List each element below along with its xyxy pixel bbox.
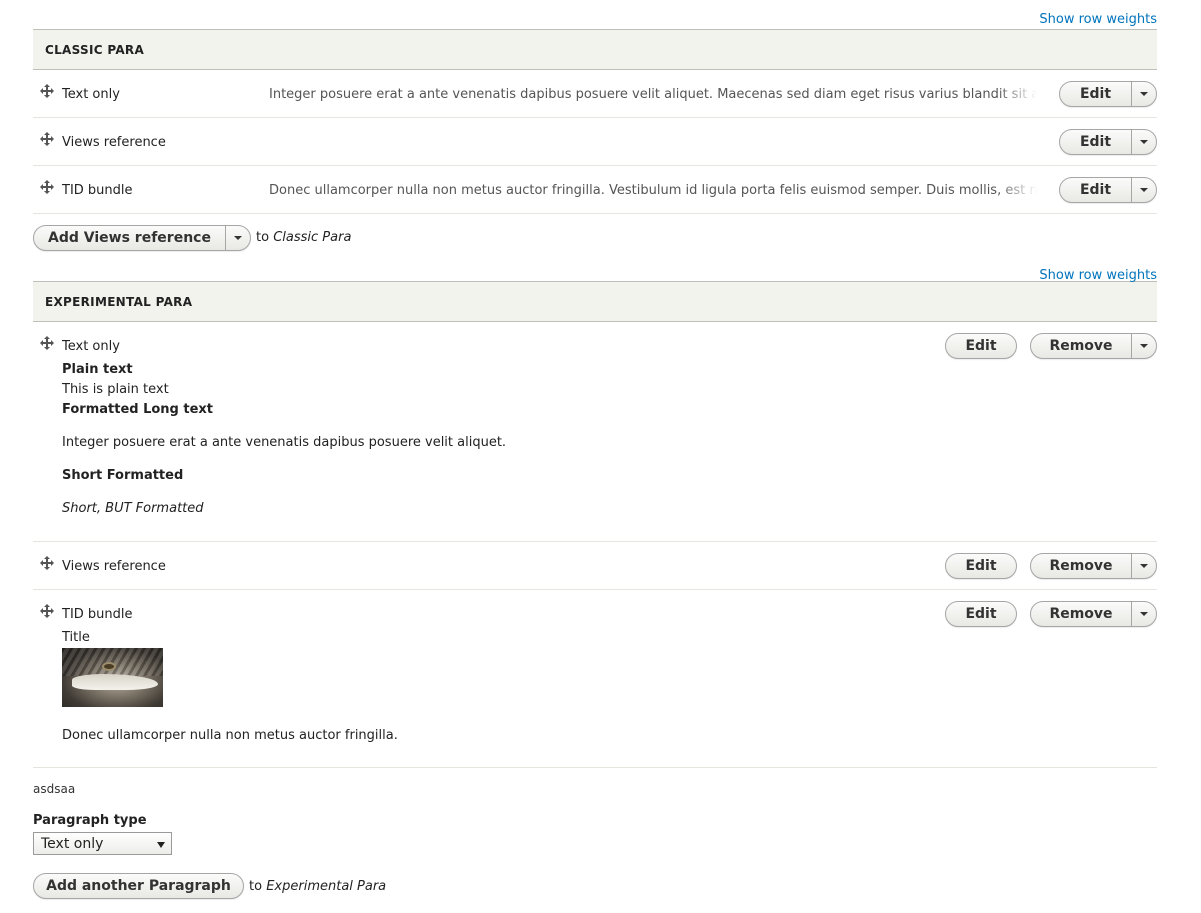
edit-button[interactable]: Edit bbox=[945, 553, 1017, 579]
row-label: TID bundle bbox=[62, 183, 133, 198]
table-row: Views reference Edit Remove bbox=[33, 542, 1157, 590]
edit-button[interactable]: Edit bbox=[945, 601, 1017, 627]
paragraph-type-select[interactable]: Text only bbox=[33, 832, 172, 855]
row-label: Text only bbox=[62, 87, 120, 102]
drag-handle-icon[interactable] bbox=[40, 180, 54, 194]
experimental-row-weights: Show row weights bbox=[33, 254, 1157, 283]
row-label: Views reference bbox=[62, 559, 166, 574]
drag-handle-icon[interactable] bbox=[40, 84, 54, 98]
edit-button[interactable]: Edit bbox=[1060, 130, 1131, 154]
caret-down-icon bbox=[1140, 612, 1148, 616]
table-row: TID bundle Donec ullamcorper nulla non m… bbox=[33, 166, 1157, 214]
paragraphs-form: Show row weights CLASSIC PARA Text only … bbox=[33, 0, 1157, 768]
short-formatted-label: Short Formatted bbox=[62, 468, 184, 483]
edit-button[interactable]: Edit bbox=[1060, 178, 1131, 202]
edit-button[interactable]: Edit bbox=[1060, 82, 1131, 106]
table-row: Text only Integer posuere erat a ante ve… bbox=[33, 70, 1157, 118]
add-views-reference-split-button[interactable]: Add Views reference bbox=[33, 225, 251, 251]
dropdown-toggle[interactable] bbox=[1131, 82, 1156, 106]
row-label: TID bundle bbox=[62, 607, 133, 622]
tid-body: Donec ullamcorper nulla non metus auctor… bbox=[62, 728, 398, 743]
table-row: TID bundle Title Donec ullamcorper nulla… bbox=[33, 590, 1157, 768]
edit-split-button[interactable]: Edit bbox=[1059, 129, 1157, 155]
footer-note: asdsaa bbox=[33, 782, 76, 796]
dropdown-toggle[interactable] bbox=[1131, 334, 1156, 358]
drag-handle-icon[interactable] bbox=[40, 556, 54, 570]
plain-text-label: Plain text bbox=[62, 362, 133, 377]
table-row: Text only Plain text This is plain text … bbox=[33, 322, 1157, 542]
add-another-paragraph-button[interactable]: Add another Paragraph bbox=[33, 873, 244, 899]
dropdown-toggle[interactable] bbox=[225, 226, 250, 250]
remove-button[interactable]: Remove bbox=[1031, 334, 1131, 358]
add-target-text: to Experimental Para bbox=[249, 879, 387, 894]
formatted-long-value: Integer posuere erat a ante venenatis da… bbox=[62, 435, 507, 450]
caret-down-icon bbox=[1140, 92, 1148, 96]
dropdown-toggle[interactable] bbox=[1131, 178, 1156, 202]
remove-button[interactable]: Remove bbox=[1031, 602, 1131, 626]
remove-split-button[interactable]: Remove bbox=[1030, 553, 1157, 579]
tid-title: Title bbox=[62, 630, 90, 645]
edit-split-button[interactable]: Edit bbox=[1059, 81, 1157, 107]
row-summary: Integer posuere erat a ante venenatis da… bbox=[269, 87, 1037, 102]
drag-handle-icon[interactable] bbox=[40, 336, 54, 350]
experimental-para-header: EXPERIMENTAL PARA bbox=[33, 281, 1157, 322]
add-target-text: to Classic Para bbox=[256, 230, 352, 245]
edit-split-button[interactable]: Edit bbox=[1059, 177, 1157, 203]
formatted-long-label: Formatted Long text bbox=[62, 402, 214, 417]
remove-split-button[interactable]: Remove bbox=[1030, 333, 1157, 359]
show-row-weights-link[interactable]: Show row weights bbox=[1039, 268, 1157, 283]
remove-split-button[interactable]: Remove bbox=[1030, 601, 1157, 627]
table-row: Views reference Edit bbox=[33, 118, 1157, 166]
plain-text-value: This is plain text bbox=[62, 382, 169, 397]
caret-down-icon bbox=[1140, 344, 1148, 348]
select-arrow-icon bbox=[157, 842, 165, 848]
add-views-reference-button[interactable]: Add Views reference bbox=[34, 226, 225, 250]
short-formatted-value: Short, BUT Formatted bbox=[62, 501, 204, 516]
row-summary: Donec ullamcorper nulla non metus auctor… bbox=[269, 183, 1037, 198]
drag-handle-icon[interactable] bbox=[40, 132, 54, 146]
caret-down-icon bbox=[234, 236, 242, 240]
caret-down-icon bbox=[1140, 564, 1148, 568]
paragraph-type-selected: Text only bbox=[41, 835, 104, 852]
edit-button[interactable]: Edit bbox=[945, 333, 1017, 359]
caret-down-icon bbox=[1140, 140, 1148, 144]
dropdown-toggle[interactable] bbox=[1131, 554, 1156, 578]
caret-down-icon bbox=[1140, 188, 1148, 192]
paragraph-type-label: Paragraph type bbox=[33, 813, 147, 828]
dropdown-toggle[interactable] bbox=[1131, 602, 1156, 626]
remove-button[interactable]: Remove bbox=[1031, 554, 1131, 578]
row-label: Text only bbox=[62, 339, 120, 354]
classic-add-row: Add Views reference to Classic Para bbox=[33, 214, 1157, 254]
row-label: Views reference bbox=[62, 135, 166, 150]
classic-para-header: CLASSIC PARA bbox=[33, 29, 1157, 70]
classic-row-weights: Show row weights bbox=[33, 0, 1157, 29]
drag-handle-icon[interactable] bbox=[40, 604, 54, 618]
show-row-weights-link[interactable]: Show row weights bbox=[1039, 12, 1157, 27]
alligator-thumbnail bbox=[62, 648, 163, 707]
dropdown-toggle[interactable] bbox=[1131, 130, 1156, 154]
